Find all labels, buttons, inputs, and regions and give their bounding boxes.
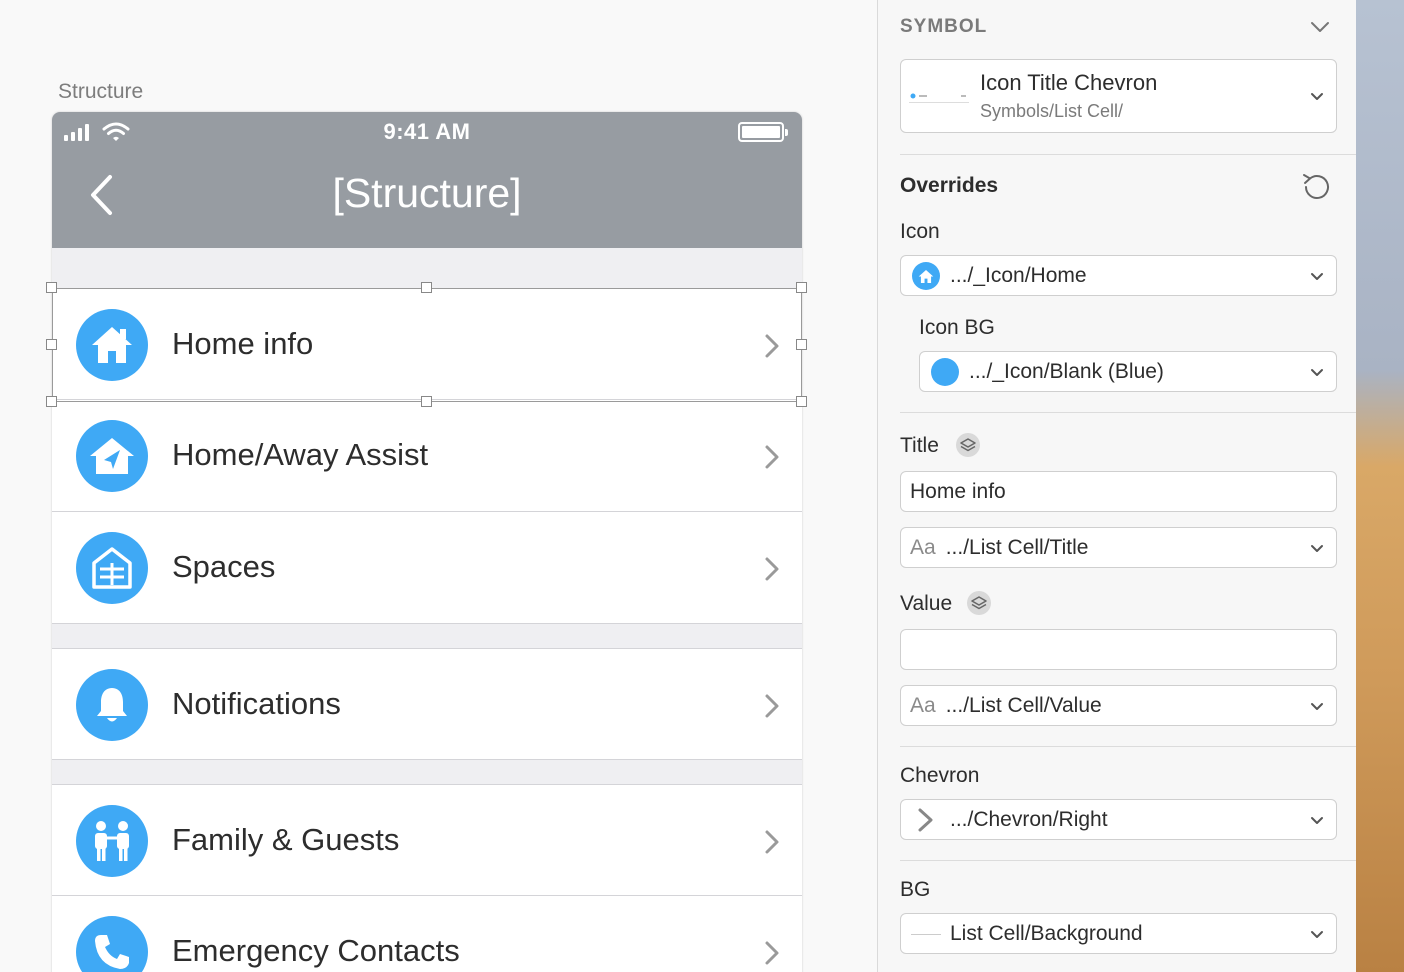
home-icon: [912, 262, 940, 290]
canvas[interactable]: Structure 9:41 AM [Structure] Home info …: [0, 0, 877, 972]
bg-override-dropdown[interactable]: List Cell/Background: [900, 913, 1337, 954]
symbol-picker[interactable]: Icon Title Chevron Symbols/List Cell/: [900, 59, 1337, 133]
chevron-down-icon: [1311, 930, 1323, 938]
chevron-override-dropdown[interactable]: .../Chevron/Right: [900, 799, 1337, 840]
resize-handle[interactable]: [46, 396, 57, 407]
resize-handle[interactable]: [796, 396, 807, 407]
cell-title: Home info: [172, 326, 314, 361]
resize-handle[interactable]: [421, 282, 432, 293]
inspector-panel: SYMBOL Icon Title Chevron Symbols/List C…: [877, 0, 1357, 972]
chevron-override-value: .../Chevron/Right: [950, 808, 1108, 831]
nav-title: [Structure]: [332, 170, 522, 216]
value-override-label: Value: [900, 592, 953, 615]
icon-bg-override-dropdown[interactable]: .../_Icon/Blank (Blue): [919, 351, 1337, 392]
resize-handle[interactable]: [46, 339, 57, 350]
bell-icon: [76, 669, 148, 741]
title-override-value: Home info: [910, 480, 1006, 503]
chevron-right-icon: [765, 334, 779, 358]
artboard-label[interactable]: Structure: [58, 80, 143, 104]
list-cell-home-info[interactable]: Home info: [52, 288, 802, 400]
title-text-style-value: .../List Cell/Title: [945, 536, 1089, 559]
layers-icon[interactable]: [967, 591, 991, 615]
home-icon: [76, 309, 148, 381]
artboard-structure[interactable]: 9:41 AM [Structure] Home info Home/Away …: [52, 112, 802, 972]
chevron-down-icon: [1311, 93, 1323, 100]
chevron-right-icon: [918, 808, 933, 832]
cell-title: Family & Guests: [172, 822, 400, 857]
family-icon: [76, 805, 148, 877]
icon-bg-override-label: Icon BG: [919, 316, 995, 339]
resize-handle[interactable]: [421, 396, 432, 407]
value-text-style-dropdown[interactable]: Aa .../List Cell/Value: [900, 685, 1337, 726]
overrides-header: Overrides: [900, 174, 999, 197]
chevron-down-icon: [1311, 368, 1323, 376]
resize-handle[interactable]: [796, 282, 807, 293]
background-thumbnail-icon: [911, 934, 941, 935]
chevron-right-icon: [765, 941, 779, 965]
icon-override-label: Icon: [900, 220, 940, 243]
chevron-down-icon: [1311, 544, 1323, 552]
chevron-override-label: Chevron: [900, 764, 980, 787]
layers-icon[interactable]: [956, 433, 980, 457]
collapse-chevron-icon[interactable]: [1310, 20, 1330, 34]
chevron-down-icon: [1311, 702, 1323, 710]
title-override-label: Title: [900, 434, 939, 457]
symbol-thumbnail-icon: [909, 93, 969, 103]
cell-title: Emergency Contacts: [172, 933, 460, 968]
list-cell-notifications[interactable]: Notifications: [52, 648, 802, 760]
spaces-icon: [76, 532, 148, 604]
battery-icon: [738, 122, 788, 142]
list-cell-home-away-assist[interactable]: Home/Away Assist: [52, 400, 802, 512]
title-text-style-dropdown[interactable]: Aa .../List Cell/Title: [900, 527, 1337, 568]
icon-override-dropdown[interactable]: .../_Icon/Home: [900, 255, 1337, 296]
chevron-right-icon: [765, 445, 779, 469]
value-text-style-value: .../List Cell/Value: [945, 694, 1102, 717]
symbol-section-header: SYMBOL: [900, 16, 988, 37]
text-style-icon: Aa: [910, 536, 936, 559]
reset-overrides-icon[interactable]: [1300, 172, 1332, 202]
symbol-path: Symbols/List Cell/: [980, 101, 1124, 121]
text-style-icon: Aa: [910, 694, 936, 717]
resize-handle[interactable]: [46, 282, 57, 293]
cell-title: Notifications: [172, 686, 341, 721]
list-cell-spaces[interactable]: Spaces: [52, 512, 802, 624]
chevron-down-icon: [1311, 816, 1323, 824]
icon-bg-override-value: .../_Icon/Blank (Blue): [969, 360, 1164, 383]
list-cell-family-guests[interactable]: Family & Guests: [52, 784, 802, 896]
status-bar: 9:41 AM: [52, 112, 802, 152]
blue-swatch-icon: [931, 358, 959, 386]
bg-override-label: BG: [900, 878, 931, 901]
home-away-icon: [76, 420, 148, 492]
phone-icon: [76, 916, 148, 972]
symbol-name: Icon Title Chevron: [980, 70, 1158, 95]
chevron-right-icon: [765, 694, 779, 718]
value-override-input[interactable]: [900, 629, 1337, 670]
structure-list: Home info Home/Away Assist Spaces Notifi…: [52, 288, 802, 972]
chevron-right-icon: [765, 830, 779, 854]
status-time: 9:41 AM: [383, 119, 471, 144]
cell-title: Home/Away Assist: [172, 437, 429, 472]
cell-title: Spaces: [172, 549, 276, 584]
chevron-right-icon: [765, 557, 779, 581]
title-override-input[interactable]: Home info: [900, 471, 1337, 512]
list-cell-emergency-contacts[interactable]: Emergency Contacts: [52, 896, 802, 972]
desktop-wallpaper: [1356, 0, 1404, 972]
bg-override-value: List Cell/Background: [950, 922, 1143, 945]
icon-override-value: .../_Icon/Home: [950, 264, 1087, 287]
navigation-bar: 9:41 AM [Structure]: [52, 112, 802, 248]
chevron-down-icon: [1311, 272, 1323, 280]
resize-handle[interactable]: [796, 339, 807, 350]
